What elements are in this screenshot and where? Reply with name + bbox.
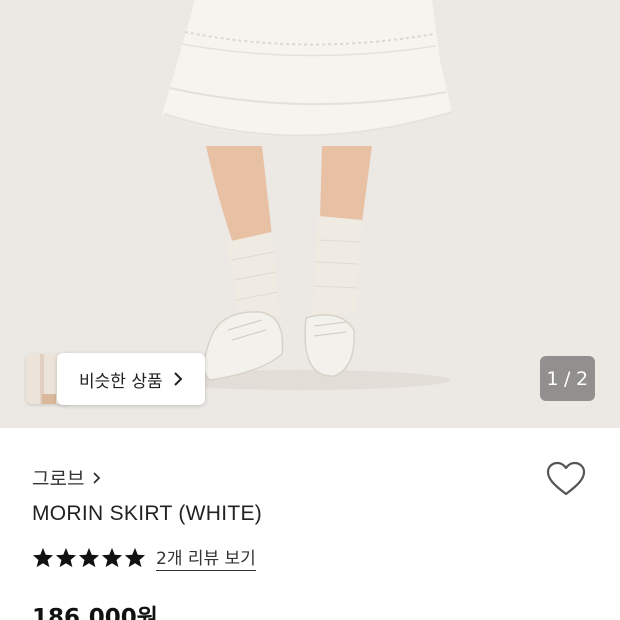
star-filled-icon — [55, 547, 77, 568]
brand-name: 그로브 — [32, 468, 85, 490]
product-info: 그로브 MORIN SKIRT (WHITE) 2개 리뷰 보기 186,000… — [0, 428, 620, 620]
chevron-right-icon — [92, 471, 101, 485]
heart-outline-icon — [546, 461, 586, 496]
star-filled-icon — [32, 547, 54, 568]
wishlist-button[interactable] — [546, 461, 586, 497]
rating-stars — [32, 547, 146, 568]
chevron-right-icon — [173, 371, 183, 387]
page-total: 2 — [575, 367, 589, 390]
similar-products-label: 비슷한 상품 — [79, 371, 163, 392]
product-name: MORIN SKIRT (WHITE) — [32, 502, 263, 525]
rating-row: 2개 리뷰 보기 — [32, 544, 256, 571]
review-link[interactable]: 2개 리뷰 보기 — [156, 544, 256, 571]
page-separator: / — [564, 367, 571, 390]
star-filled-icon — [101, 547, 123, 568]
star-filled-icon — [78, 547, 100, 568]
brand-link[interactable]: 그로브 — [32, 464, 101, 491]
product-image[interactable]: 비슷한 상품 1 / 2 — [0, 0, 620, 428]
product-price: 186,000원 — [32, 605, 158, 620]
page-current: 1 — [546, 367, 560, 390]
image-page-indicator: 1 / 2 — [540, 356, 595, 401]
similar-products-button[interactable]: 비슷한 상품 — [57, 353, 205, 405]
star-filled-icon — [124, 547, 146, 568]
